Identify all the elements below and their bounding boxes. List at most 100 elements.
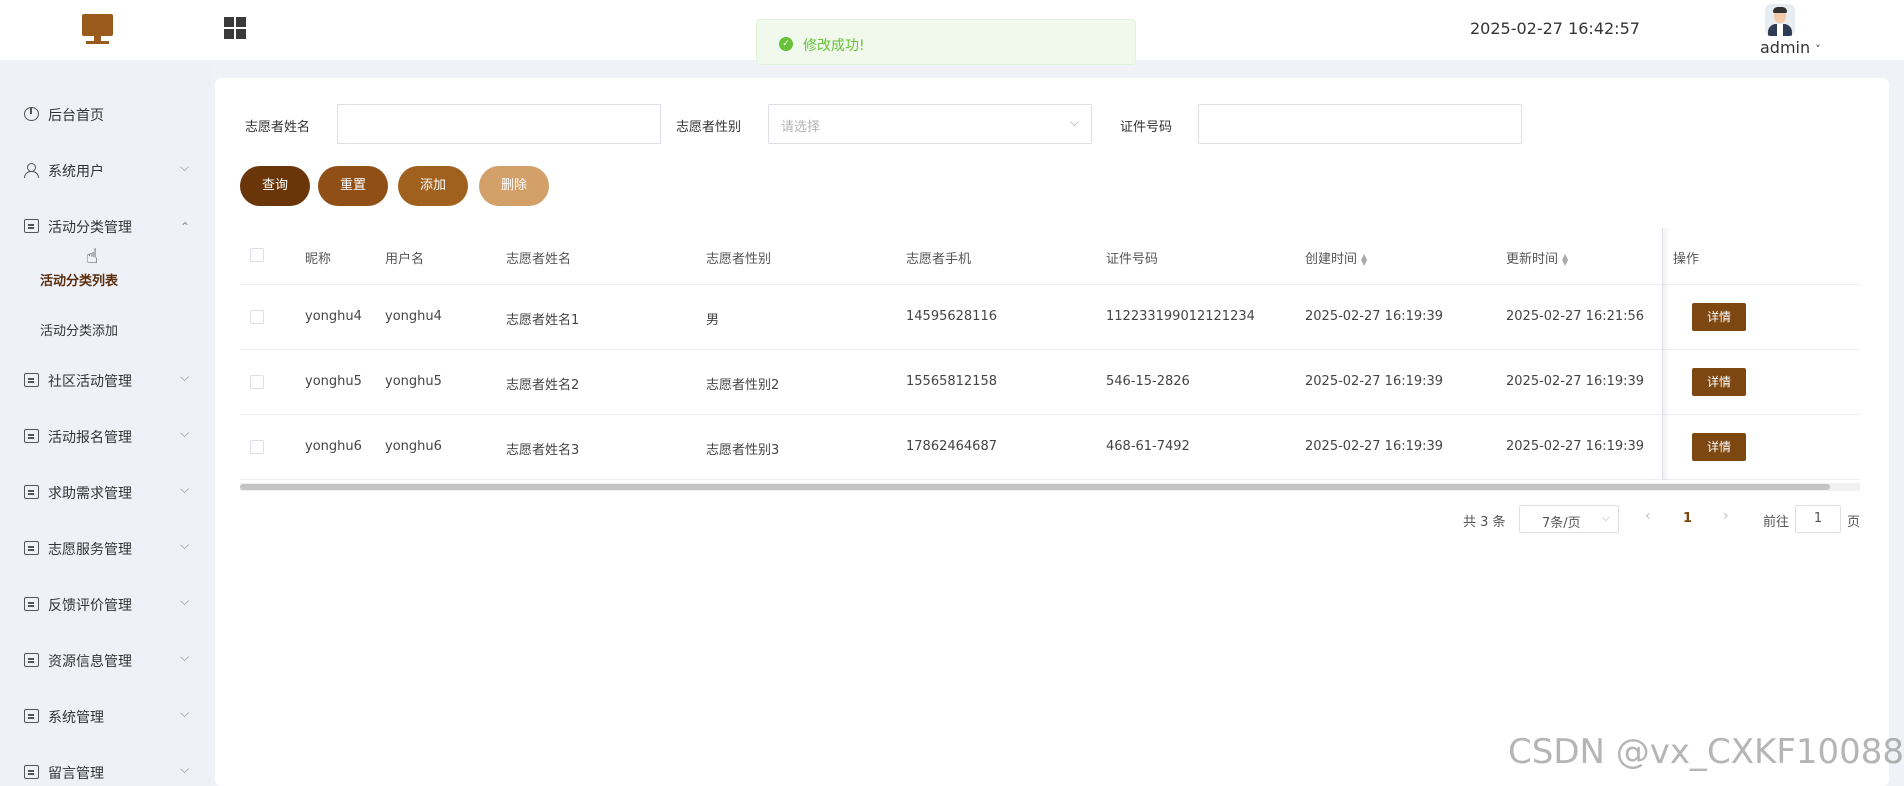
sidebar-item-activity-category[interactable]: 活动分类管理 ⌃	[0, 208, 211, 244]
hand-cursor-icon: ☝	[86, 244, 99, 268]
chevron-down-icon: ⌵	[180, 706, 190, 720]
select-all-checkbox[interactable]	[250, 248, 264, 262]
chevron-down-icon: ⌵	[180, 538, 190, 552]
query-button[interactable]: 查询	[240, 166, 310, 206]
toast-message: 修改成功!	[803, 38, 865, 54]
doc-check-icon	[24, 765, 39, 779]
user-menu[interactable]: admin ˅	[1760, 38, 1821, 57]
column-header-sortable[interactable]: 创建时间 ▲ ▼	[1305, 248, 1367, 267]
chevron-down-icon: ⌵	[180, 594, 190, 608]
column-header-sortable[interactable]: 更新时间 ▲ ▼	[1506, 248, 1568, 267]
cell: 男	[706, 313, 720, 328]
grid-menu-icon[interactable]	[224, 17, 246, 39]
cell: yonghu4	[305, 309, 362, 324]
column-header: 志愿者性别	[706, 252, 772, 267]
sidebar-item-system[interactable]: 系统管理 ⌵	[0, 698, 211, 734]
id-number-input[interactable]	[1198, 104, 1522, 144]
pagination-total: 共 3 条	[1463, 515, 1506, 530]
page-size-select[interactable]: 7条/页 ⌵	[1519, 505, 1619, 533]
id-number-label: 证件号码	[1120, 120, 1173, 135]
sidebar-item-activity-signup[interactable]: 活动报名管理 ⌵	[0, 418, 211, 454]
sort-icon[interactable]: ▲ ▼	[1361, 252, 1367, 266]
goto-suffix: 页	[1847, 515, 1861, 530]
add-button[interactable]: 添加	[398, 166, 468, 206]
fixed-column-shadow	[1662, 228, 1670, 480]
delete-button[interactable]: 删除	[479, 166, 549, 206]
detail-button[interactable]: 详情	[1692, 433, 1746, 461]
sidebar-item-label: 资源信息管理	[48, 654, 132, 670]
cell: 2025-02-27 16:19:39	[1305, 439, 1444, 454]
row-checkbox[interactable]	[250, 440, 264, 454]
scrollbar-thumb[interactable]	[240, 484, 1830, 490]
sidebar-item-community-activity[interactable]: 社区活动管理 ⌵	[0, 362, 211, 398]
chevron-down-icon: ⌵	[1601, 511, 1610, 524]
column-header: 用户名	[385, 252, 425, 267]
cell: 2025-02-27 16:19:39	[1305, 374, 1444, 389]
chevron-down-icon: ⌵	[180, 370, 190, 384]
sidebar-subitem-category-add[interactable]: 活动分类添加	[0, 308, 211, 348]
doc-icon	[24, 653, 39, 667]
horizontal-scrollbar[interactable]	[240, 483, 1860, 491]
sidebar-item-feedback[interactable]: 反馈评价管理 ⌵	[0, 586, 211, 622]
cell: yonghu6	[305, 439, 362, 454]
doc-icon	[24, 485, 39, 499]
chevron-down-icon: ˅	[1815, 43, 1821, 56]
watermark: CSDN @vx_CXKF10088	[1508, 732, 1904, 772]
row-checkbox[interactable]	[250, 310, 264, 324]
sidebar-item-label: 求助需求管理	[48, 486, 132, 502]
sidebar-item-volunteer-service[interactable]: 志愿服务管理 ⌵	[0, 530, 211, 566]
gender-placeholder: 请选择	[781, 120, 821, 135]
cell: 468-61-7492	[1106, 439, 1190, 454]
cell: 志愿者姓名2	[506, 378, 580, 393]
sidebar-item-label: 活动分类管理	[48, 220, 132, 236]
sidebar-item-resources[interactable]: 资源信息管理 ⌵	[0, 642, 211, 678]
cell: 15565812158	[906, 374, 997, 389]
gender-label: 志愿者性别	[676, 120, 742, 135]
table-header: 昵称 用户名 志愿者姓名 志愿者性别 志愿者手机 证件号码 创建时间 ▲ ▼ 更新时…	[240, 228, 1860, 285]
name-label: 志愿者姓名	[245, 120, 311, 135]
doc-icon	[24, 429, 39, 443]
goto-page-input[interactable]: 1	[1795, 505, 1841, 533]
sort-icon[interactable]: ▲ ▼	[1562, 252, 1568, 266]
cell: 2025-02-27 16:21:56	[1506, 309, 1645, 324]
reset-button[interactable]: 重置	[318, 166, 388, 206]
cell: yonghu5	[305, 374, 362, 389]
sidebar-item-label: 后台首页	[48, 108, 104, 124]
sidebar-item-home[interactable]: 后台首页	[0, 96, 211, 132]
detail-button[interactable]: 详情	[1692, 368, 1746, 396]
sidebar-item-system-users[interactable]: 系统用户 ⌵	[0, 152, 211, 188]
page-number-current[interactable]: 1	[1683, 511, 1692, 526]
cell: 17862464687	[906, 439, 997, 454]
sidebar-item-label: 系统用户	[48, 164, 104, 180]
sidebar-item-help-requests[interactable]: 求助需求管理 ⌵	[0, 474, 211, 510]
header-datetime: 2025-02-27 16:42:57	[1470, 19, 1640, 38]
user-avatar[interactable]	[1765, 4, 1795, 36]
gender-select[interactable]: 请选择 ⌵	[768, 104, 1092, 144]
monitor-logo-icon	[82, 14, 113, 44]
column-header: 昵称	[305, 252, 332, 267]
cell: 2025-02-27 16:19:39	[1506, 439, 1645, 454]
column-header: 志愿者手机	[906, 252, 972, 267]
sidebar-subitem-category-list[interactable]: 活动分类列表	[0, 258, 211, 298]
chevron-up-icon: ⌃	[180, 220, 191, 234]
detail-button[interactable]: 详情	[1692, 303, 1746, 331]
cell: 志愿者性别3	[706, 443, 780, 458]
volunteer-name-input[interactable]	[337, 104, 661, 144]
cell: 2025-02-27 16:19:39	[1305, 309, 1444, 324]
table-row: yonghu4 yonghu4 志愿者姓名1 男 14595628116 112…	[240, 285, 1860, 350]
doc-check-icon	[24, 709, 39, 723]
sidebar-item-label: 反馈评价管理	[48, 598, 132, 614]
table-row: yonghu5 yonghu5 志愿者姓名2 志愿者性别2 1556581215…	[240, 350, 1860, 415]
sidebar-item-messages[interactable]: 留言管理 ⌵	[0, 754, 211, 786]
column-header: 志愿者姓名	[506, 252, 572, 267]
goto-label: 前往	[1763, 515, 1790, 530]
doc-icon	[24, 597, 39, 611]
clock-icon	[24, 107, 39, 121]
prev-page-icon[interactable]: ‹	[1645, 508, 1651, 524]
next-page-icon[interactable]: ›	[1723, 508, 1729, 524]
row-checkbox[interactable]	[250, 375, 264, 389]
chevron-down-icon: ⌵	[180, 160, 190, 174]
cell: 14595628116	[906, 309, 997, 324]
cell: 志愿者姓名1	[506, 313, 580, 328]
table-row: yonghu6 yonghu6 志愿者姓名3 志愿者性别3 1786246468…	[240, 415, 1860, 480]
